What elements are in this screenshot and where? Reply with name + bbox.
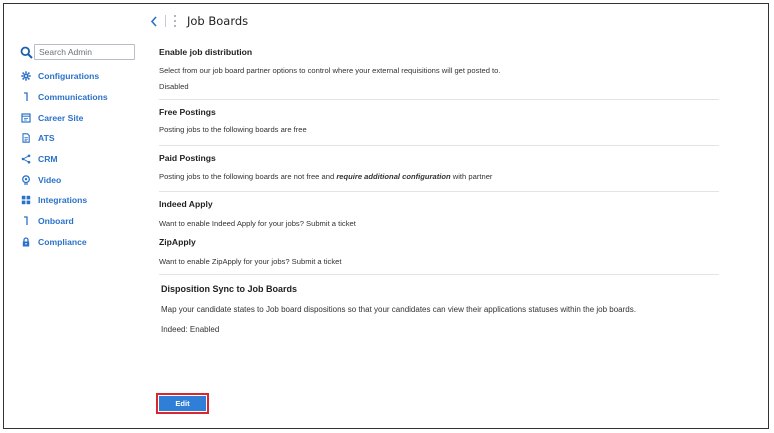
sidebar-nav: Configurations Communications Career Sit… [20,66,140,252]
divider [159,99,719,100]
sidebar-item-compliance[interactable]: Compliance [20,232,140,253]
divider [159,145,719,146]
kebab-icon[interactable] [172,15,178,27]
sidebar-item-label: Career Site [38,112,84,123]
sidebar-item-onboard[interactable]: Onboard [20,211,140,232]
sidebar-item-configurations[interactable]: Configurations [20,66,140,87]
share-icon [20,153,32,165]
sidebar-item-label: Compliance [38,236,87,247]
distribution-status[interactable]: Disabled [159,82,189,91]
search-input[interactable] [34,44,135,60]
section-description: Select from our job board partner option… [159,66,501,75]
document-icon [20,132,32,144]
section-title: Paid Postings [159,153,216,163]
divider [159,274,719,275]
sidebar-item-label: Integrations [38,195,88,206]
page-header: Job Boards [147,12,248,30]
description-emphasis: require additional configuration [336,172,451,181]
sidebar-item-video[interactable]: Video [20,169,140,190]
header-divider [165,15,166,27]
webcam-icon [20,174,32,186]
sidebar-item-label: Configurations [38,71,100,82]
chevron-left-icon[interactable] [147,13,161,29]
gear-icon [20,70,32,82]
disposition-status: Indeed: Enabled [161,325,220,334]
sidebar-item-career-site[interactable]: Career Site [20,107,140,128]
divider [159,191,719,192]
sidebar-item-label: CRM [38,154,58,165]
edit-button[interactable]: Edit [159,396,206,411]
sidebar-search [18,43,137,61]
section-title: Free Postings [159,107,216,117]
section-description[interactable]: Want to enable ZipApply for your jobs? S… [159,257,341,266]
description-text: Posting jobs to the following boards are… [159,172,337,181]
sidebar-item-ats[interactable]: ATS [20,128,140,149]
page-title: Job Boards [187,14,249,28]
sidebar-item-crm[interactable]: CRM [20,149,140,170]
sidebar-item-label: Video [38,174,62,185]
description-text: with partner [450,172,493,181]
lock-icon [20,236,32,248]
section-title: ZipApply [159,237,196,247]
section-title: Indeed Apply [159,199,213,209]
section-description: Posting jobs to the following boards are… [159,125,307,134]
grid-icon [20,194,32,206]
window-icon [20,112,32,124]
section-description: Map your candidate states to Job board d… [161,305,636,314]
section-title: Disposition Sync to Job Boards [161,284,298,294]
section-description: Posting jobs to the following boards are… [159,172,492,181]
sidebar-item-communications[interactable]: Communications [20,87,140,108]
sidebar-item-label: Communications [38,92,108,103]
sidebar-item-label: ATS [38,133,55,144]
search-icon[interactable] [18,44,34,60]
section-title: Enable job distribution [159,47,253,57]
sidebar-item-integrations[interactable]: Integrations [20,190,140,211]
section-description[interactable]: Want to enable Indeed Apply for your job… [159,219,356,228]
bracket-icon [20,91,32,103]
sidebar-item-label: Onboard [38,216,74,227]
bracket-icon [20,215,32,227]
